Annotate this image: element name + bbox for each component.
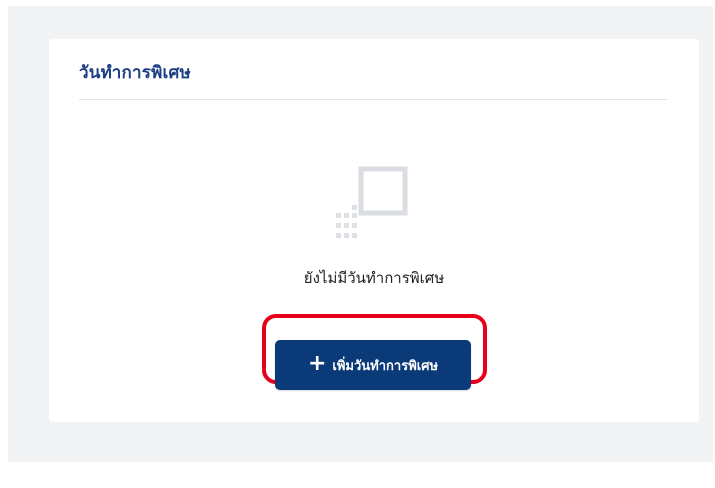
add-special-workday-button[interactable]: + เพิ่มวันทำการพิเศษ xyxy=(275,340,471,390)
plus-icon: + xyxy=(307,351,327,376)
card-title: วันทำการพิเศษ xyxy=(79,63,191,83)
page-background: วันทำการพิเศษ ยังไม่มีวันทำการพิเศษ + เพ… xyxy=(8,6,713,462)
special-workday-card: วันทำการพิเศษ ยังไม่มีวันทำการพิเศษ + เพ… xyxy=(49,39,699,422)
card-divider xyxy=(79,99,667,100)
empty-box-icon xyxy=(332,165,414,247)
add-button-label: เพิ่มวันทำการพิเศษ xyxy=(332,358,439,374)
empty-state-message: ยังไม่มีวันทำการพิเศษ xyxy=(303,269,445,287)
